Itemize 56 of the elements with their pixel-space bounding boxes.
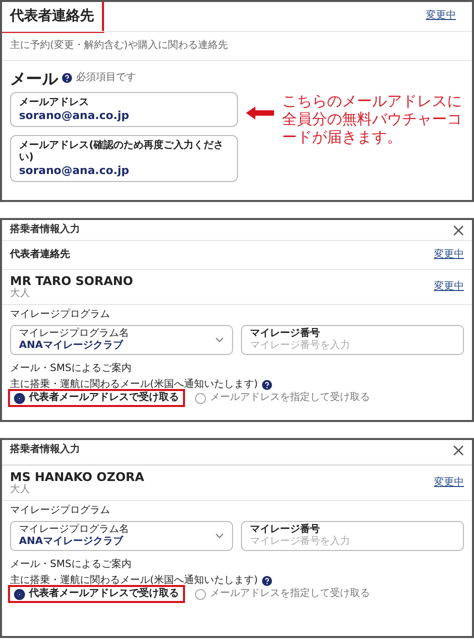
radio-button[interactable] — [195, 588, 206, 600]
placeholder-text: マイレージ番号を入力 — [250, 536, 350, 548]
passenger-type: 大人 — [10, 484, 31, 496]
radio-option[interactable]: 代表者メールアドレスで受け取る — [10, 391, 183, 406]
dialog-title: 搭乗者情報入力 — [10, 224, 80, 236]
radio-option[interactable]: メールアドレスを指定して受け取る — [191, 391, 374, 406]
mileage-number-field[interactable]: マイレージ番号 マイレージ番号を入力 — [241, 325, 464, 356]
change-link[interactable]: 変更中 — [434, 249, 464, 261]
section-heading: メール・SMSによるご案内 — [10, 363, 132, 376]
radio-option[interactable]: 代表者メールアドレスで受け取る — [10, 587, 183, 602]
section-heading: マイレージプログラム — [10, 505, 111, 518]
required-note: 必須項目です — [76, 72, 136, 84]
placeholder-text: マイレージ番号を入力 — [250, 340, 350, 352]
field-label: マイレージ番号 — [250, 524, 320, 536]
section-heading: メール・SMSによるご案内 — [10, 559, 132, 572]
field-value: sorano@ana.co.jp — [19, 164, 130, 178]
help-icon[interactable] — [262, 380, 272, 390]
field-value: sorano@ana.co.jp — [19, 108, 130, 122]
program-select[interactable]: マイレージプログラム名 ANAマイレージクラブ — [10, 521, 233, 552]
change-link[interactable]: 変更中 — [434, 281, 464, 294]
close-icon[interactable] — [453, 444, 464, 456]
dialog-title: 搭乗者情報入力 — [10, 444, 80, 456]
change-link[interactable]: 変更中 — [426, 10, 456, 22]
chevron-down-icon — [215, 337, 224, 344]
passenger-name: MR TARO SORANO — [10, 274, 134, 288]
close-icon[interactable] — [453, 224, 464, 236]
field-label: メールアドレス(確認のため再度ご入力ください) — [19, 140, 225, 164]
chevron-down-icon — [215, 533, 224, 540]
radio-button[interactable] — [14, 588, 25, 600]
annotation-text: こちらのメールアドレスに全員分の無料バウチャーコードが届きます。 — [282, 92, 463, 148]
help-icon[interactable] — [262, 576, 272, 586]
section-heading: 代表者連絡先 — [2, 2, 102, 31]
field-value: ANAマイレージクラブ — [19, 340, 124, 352]
help-icon[interactable] — [62, 73, 72, 84]
radio-option[interactable]: メールアドレスを指定して受け取る — [191, 587, 374, 602]
change-link[interactable]: 変更中 — [434, 477, 464, 490]
field-label: マイレージ番号 — [250, 328, 320, 340]
section-heading: 代表者連絡先 — [10, 249, 70, 261]
note-text: 主に搭乗・運航に関わるメール(米国へ通知いたします) — [10, 575, 258, 588]
arrow-icon — [246, 106, 274, 120]
radio-button[interactable] — [195, 392, 206, 404]
mileage-number-field[interactable]: マイレージ番号 マイレージ番号を入力 — [241, 521, 464, 552]
field-value: ANAマイレージクラブ — [19, 536, 124, 548]
email-field[interactable]: メールアドレス(確認のため再度ご入力ください) sorano@ana.co.jp — [10, 135, 238, 182]
radio-button[interactable] — [14, 392, 25, 404]
email-field[interactable]: メールアドレス sorano@ana.co.jp — [10, 92, 238, 128]
passenger-type: 大人 — [10, 288, 31, 300]
description-text: 主に予約(変更・解約含む)や購入に関わる連絡先 — [10, 40, 228, 51]
field-label: メールアドレス — [19, 96, 90, 109]
mail-label: メール — [10, 68, 58, 88]
note-text: 主に搭乗・運航に関わるメール(米国へ通知いたします) — [10, 379, 258, 392]
field-label: マイレージプログラム名 — [19, 328, 130, 340]
program-select[interactable]: マイレージプログラム名 ANAマイレージクラブ — [10, 325, 233, 356]
field-label: マイレージプログラム名 — [19, 524, 130, 536]
section-heading: マイレージプログラム — [10, 309, 111, 322]
passenger-name: MS HANAKO OZORA — [10, 470, 144, 484]
